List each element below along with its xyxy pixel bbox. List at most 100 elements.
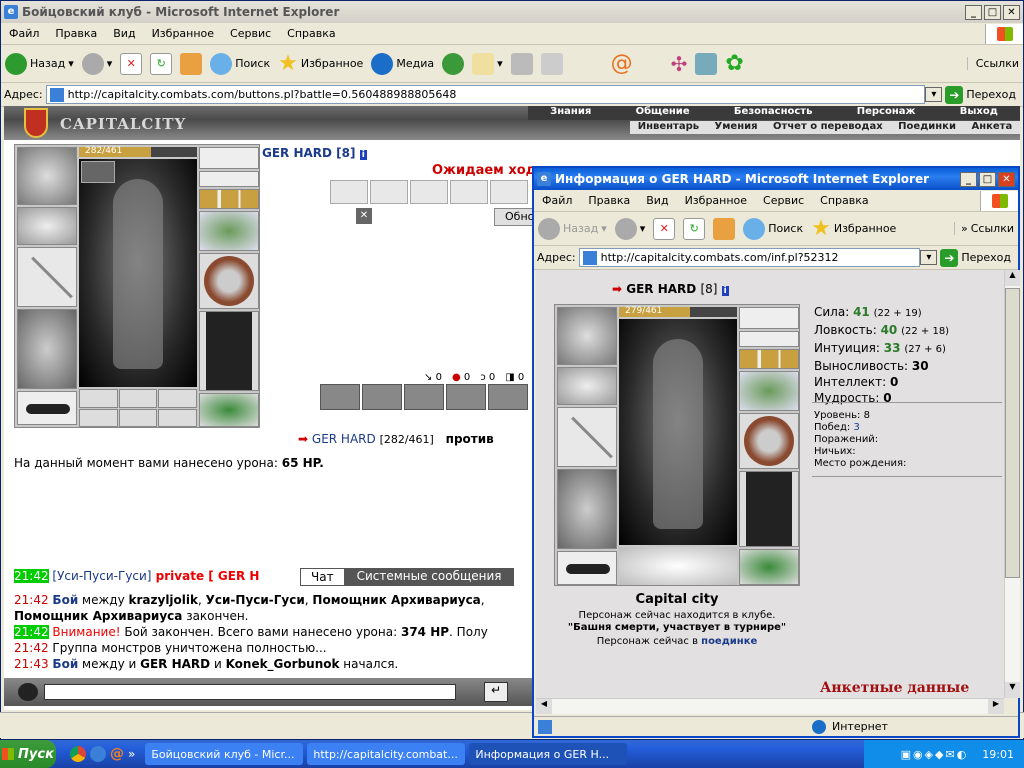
shield-slot[interactable] (199, 253, 259, 309)
bracer-slot[interactable] (557, 367, 617, 405)
maximize-icon[interactable]: □ (984, 4, 1001, 20)
go-arrow-icon[interactable]: ➔ (945, 85, 964, 104)
scroll-left-icon[interactable]: ◀ (536, 699, 552, 714)
belt-slot[interactable] (17, 391, 77, 425)
bracer-slot[interactable] (17, 207, 77, 245)
creature-icon[interactable] (446, 384, 486, 410)
shield-slot[interactable] (739, 413, 799, 469)
menu-view[interactable]: Вид (105, 27, 143, 40)
favorites-button[interactable]: ★ Избранное (274, 51, 367, 76)
close-icon[interactable]: ✕ (998, 171, 1015, 187)
menu-help[interactable]: Справка (279, 27, 343, 40)
weapon-slot[interactable] (557, 407, 617, 467)
favorites-button[interactable]: ★ Избранное (807, 216, 900, 241)
gloves-slot[interactable] (199, 211, 259, 251)
links-button[interactable]: » Ссылки (954, 222, 1018, 235)
tool-button-2[interactable] (691, 52, 721, 75)
weapon-slot[interactable] (17, 247, 77, 307)
address-dropdown-icon[interactable]: ▾ (920, 250, 938, 265)
home-button[interactable] (176, 52, 206, 75)
scroll-down-icon[interactable]: ▼ (1005, 682, 1020, 698)
armor-slot[interactable] (557, 469, 617, 549)
belt-slot[interactable] (557, 551, 617, 585)
menu-file[interactable]: Файл (534, 194, 580, 207)
search-button[interactable]: Поиск (206, 52, 274, 75)
amulet-slot[interactable] (199, 171, 259, 187)
battle-link[interactable]: поединке (701, 636, 757, 647)
at-icon[interactable]: @ (110, 746, 124, 762)
address-dropdown-icon[interactable]: ▾ (925, 87, 943, 102)
menu-help[interactable]: Справка (812, 194, 876, 207)
go-button[interactable]: Переход (966, 88, 1016, 101)
amulet-slot[interactable] (739, 331, 799, 347)
pants-slot[interactable] (199, 311, 259, 391)
refresh-game-button[interactable]: Обно (494, 208, 534, 226)
minimize-icon[interactable]: _ (965, 4, 982, 20)
scroll-slot[interactable] (450, 180, 488, 204)
popup-titlebar[interactable]: e Информация о GER HARD - Microsoft Inte… (534, 168, 1018, 190)
task-capitalcity[interactable]: http://capitalcity.combat... (307, 743, 466, 765)
edit-button[interactable] (537, 52, 567, 75)
history-button[interactable] (438, 52, 468, 75)
horizontal-scrollbar[interactable]: ◀ ▶ (536, 698, 1004, 714)
menu-tools[interactable]: Сервис (222, 27, 279, 40)
start-button[interactable]: Пуск (0, 740, 56, 768)
minimize-icon[interactable]: _ (960, 171, 977, 187)
nav-knowledge[interactable]: Знания (550, 106, 591, 120)
menu-edit[interactable]: Правка (580, 194, 638, 207)
gloves-slot[interactable] (739, 371, 799, 411)
stop-button[interactable]: ✕ (116, 52, 146, 75)
rings-slot[interactable] (199, 189, 259, 209)
rune-slot[interactable] (158, 389, 197, 408)
rings-slot[interactable] (739, 349, 799, 369)
go-arrow-icon[interactable]: ➔ (940, 248, 959, 267)
maximize-icon[interactable]: □ (979, 171, 996, 187)
scroll-slot[interactable] (410, 180, 448, 204)
nav-profile[interactable]: Анкета (971, 121, 1012, 134)
menu-file[interactable]: Файл (1, 27, 47, 40)
more-icon[interactable]: » (128, 747, 135, 761)
back-button[interactable]: Назад ▾ (1, 52, 78, 75)
home-button[interactable] (709, 217, 739, 240)
rune-slot[interactable] (79, 389, 118, 408)
pants-slot[interactable] (739, 471, 799, 547)
shield-button-icon[interactable] (404, 384, 444, 410)
stop-button[interactable]: ✕ (649, 217, 679, 240)
chrome-icon[interactable] (70, 746, 86, 762)
info-icon[interactable]: i (721, 286, 729, 296)
print-button[interactable] (507, 52, 537, 75)
ie-quick-icon[interactable] (90, 746, 106, 762)
tool-button-1[interactable]: ✣ (667, 52, 692, 76)
scroll-thumb[interactable] (1005, 288, 1020, 578)
task-fight-club[interactable]: Бойцовский клуб - Micr... (145, 743, 304, 765)
nav-security[interactable]: Безопасность (734, 106, 813, 120)
scroll-up-icon[interactable]: ▲ (1005, 270, 1020, 286)
earring-slot[interactable] (199, 147, 259, 169)
tool-button-3[interactable]: ✿ (721, 51, 747, 76)
nav-inventory[interactable]: Инвентарь (638, 121, 699, 134)
go-button[interactable]: Переход (961, 251, 1011, 264)
chat-input[interactable] (44, 684, 456, 700)
scroll-right-icon[interactable]: ▶ (988, 699, 1004, 714)
nav-character[interactable]: Персонаж (857, 106, 916, 120)
info-icon[interactable]: i (359, 150, 367, 160)
nav-exit[interactable]: Выход (960, 106, 998, 120)
rune-slot[interactable] (158, 408, 197, 427)
boots-slot[interactable] (199, 393, 259, 427)
helmet-slot[interactable] (557, 307, 617, 365)
address-input[interactable]: http://capitalcity.combats.com/inf.pl?52… (578, 248, 921, 267)
nav-transfers[interactable]: Отчет о переводах (773, 121, 883, 134)
refresh-button[interactable]: ↻ (679, 217, 709, 240)
scroll-slot[interactable] (330, 180, 368, 204)
menu-favorites[interactable]: Избранное (677, 194, 755, 207)
armor-slot[interactable] (17, 309, 77, 389)
mail-button[interactable]: ▾ (468, 52, 507, 75)
potion-icon[interactable] (362, 384, 402, 410)
back-button[interactable]: Назад ▾ (534, 217, 611, 240)
nav-skills[interactable]: Умения (715, 121, 758, 134)
main-titlebar[interactable]: e Бойцовский клуб - Microsoft Internet E… (1, 1, 1023, 23)
media-button[interactable]: Медиа (367, 52, 438, 75)
defense-icon[interactable] (488, 384, 528, 410)
rune-slot[interactable] (118, 389, 158, 408)
scroll-slot[interactable] (490, 180, 528, 204)
